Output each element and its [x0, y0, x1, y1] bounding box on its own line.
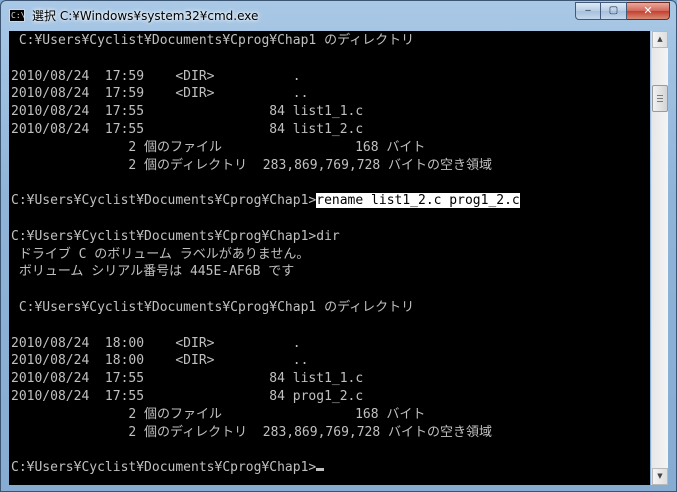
- console-line: 2010/08/24 17:55 84 list1_1.c: [11, 104, 364, 120]
- prompt-text: C:¥Users¥Cyclist¥Documents¥Cprog¥Chap1>: [11, 193, 317, 209]
- close-button[interactable]: ✕: [627, 2, 670, 20]
- console-line: C:¥Users¥Cyclist¥Documents¥Cprog¥Chap1>d…: [11, 228, 340, 244]
- scroll-thumb[interactable]: [652, 85, 668, 112]
- console-line: 2010/08/24 18:00 <DIR> ..: [11, 353, 309, 369]
- console-line: 2010/08/24 17:59 <DIR> .: [11, 68, 301, 84]
- selected-command-text[interactable]: rename list1_2.c prog1_2.c: [316, 193, 520, 209]
- window-title: 選択 C:¥Windows¥system32¥cmd.exe: [32, 9, 259, 23]
- console-line: C:¥Users¥Cyclist¥Documents¥Cprog¥Chap1 の…: [11, 299, 415, 315]
- console-line: 2010/08/24 17:55 84 list1_2.c: [11, 121, 364, 137]
- console-line: 2010/08/24 17:55 84 list1_1.c: [11, 371, 364, 387]
- console-line: 2010/08/24 17:59 <DIR> ..: [11, 86, 309, 102]
- scroll-down-arrow-icon[interactable]: ▼: [652, 468, 668, 485]
- console-line: 2 個のディレクトリ 283,869,769,728 バイトの空き領域: [11, 424, 493, 440]
- caption-buttons: ‒ ▢ ✕: [575, 2, 670, 21]
- console-line: 2 個のディレクトリ 283,869,769,728 バイトの空き領域: [11, 157, 493, 173]
- console-line-selected: C:¥Users¥Cyclist¥Documents¥Cprog¥Chap1>r…: [11, 192, 650, 210]
- console-line: ボリューム シリアル番号は 445E-AF6B です: [11, 264, 295, 280]
- scroll-up-arrow-icon[interactable]: ▲: [652, 31, 668, 48]
- console-line: 2010/08/24 18:00 <DIR> .: [11, 335, 301, 351]
- grip-line: [657, 101, 663, 102]
- console-area[interactable]: C:¥Users¥Cyclist¥Documents¥Cprog¥Chap1 の…: [9, 31, 650, 485]
- console-line: 2 個のファイル 168 バイト: [11, 139, 426, 155]
- text-cursor: [316, 468, 325, 472]
- console-line: ドライブ C のボリューム ラベルがありません。: [11, 246, 310, 262]
- grip-line: [657, 95, 663, 96]
- console-line: 2010/08/24 17:55 84 prog1_2.c: [11, 388, 364, 404]
- cmd-window: C:\ 選択 C:¥Windows¥system32¥cmd.exe ‒ ▢ ✕…: [0, 0, 677, 492]
- maximize-button[interactable]: ▢: [601, 2, 627, 20]
- cmd-icon[interactable]: C:\: [9, 9, 25, 22]
- vertical-scrollbar[interactable]: ▲ ▼: [651, 31, 668, 485]
- grip-line: [657, 98, 663, 99]
- console-line: C:¥Users¥Cyclist¥Documents¥Cprog¥Chap1 の…: [11, 33, 415, 48]
- console-line: C:¥Users¥Cyclist¥Documents¥Cprog¥Chap1>: [11, 459, 650, 477]
- minimize-button[interactable]: ‒: [575, 2, 601, 20]
- console-line: 2 個のファイル 168 バイト: [11, 406, 426, 422]
- title-bar[interactable]: C:\ 選択 C:¥Windows¥system32¥cmd.exe ‒ ▢ ✕: [1, 1, 676, 31]
- console-output[interactable]: C:¥Users¥Cyclist¥Documents¥Cprog¥Chap1 の…: [9, 31, 650, 477]
